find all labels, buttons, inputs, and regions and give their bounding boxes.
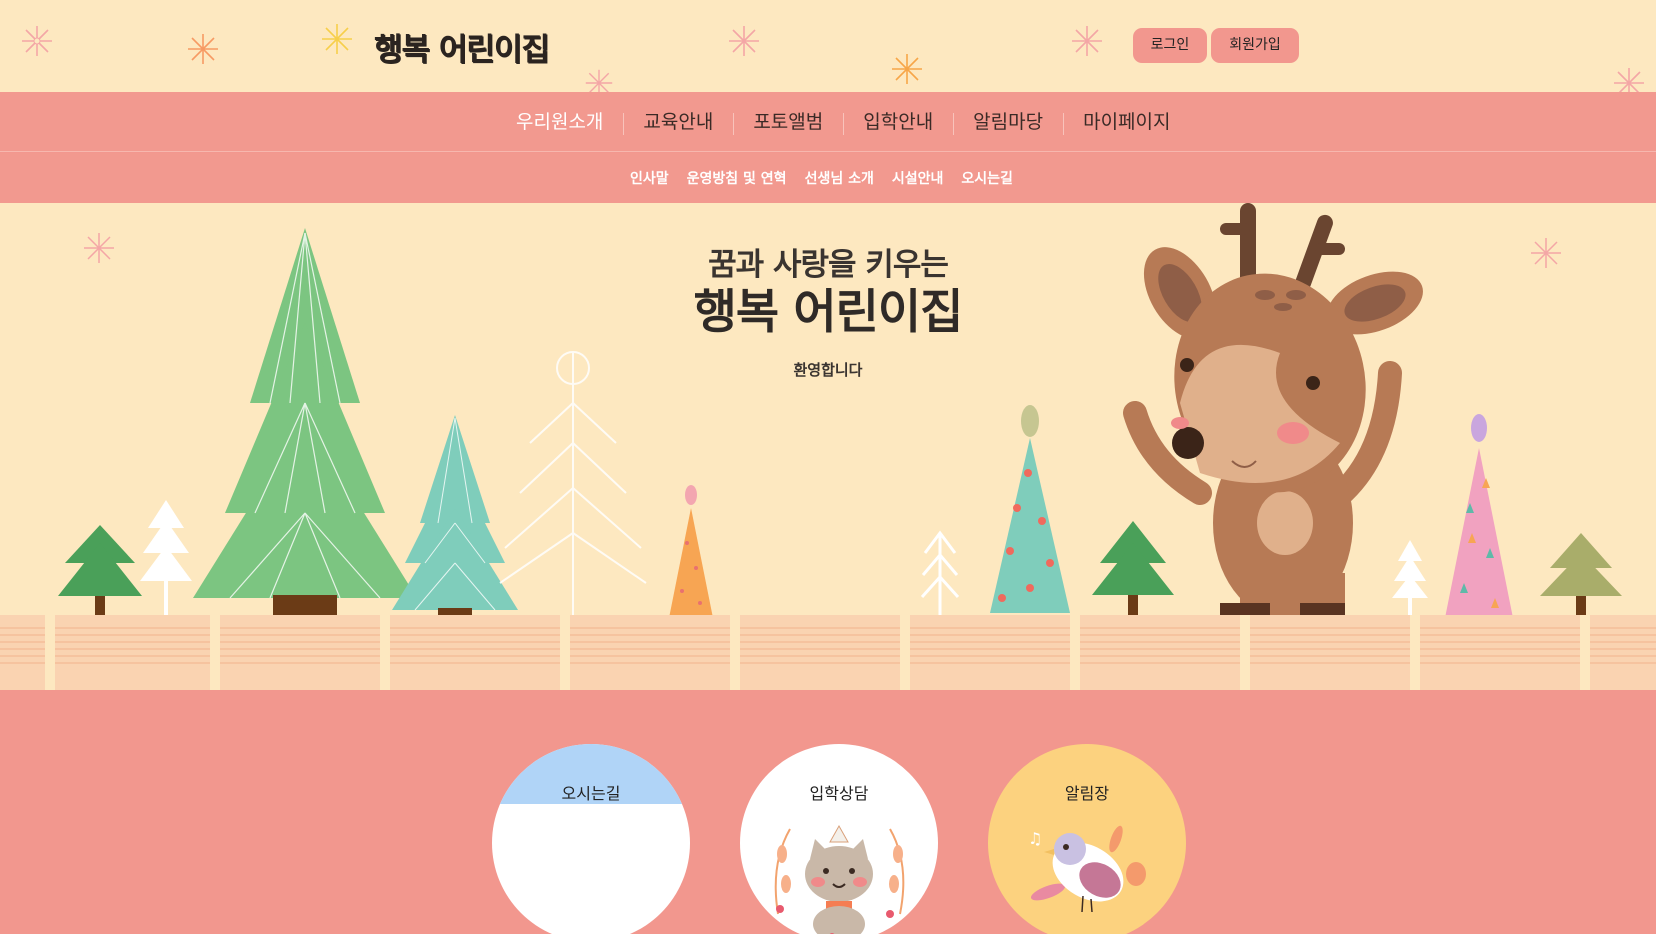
svg-text:♫: ♫ [1028,829,1042,848]
signup-button[interactable]: 회원가입 [1211,28,1299,63]
nav-item-notice[interactable]: 알림마당 [953,92,1063,152]
sparkle-icon [322,24,352,54]
sparkle-icon [22,26,52,56]
sparkle-icon [729,26,759,56]
site-header: 행복 어린이집 로그인 회원가입 [0,0,1656,92]
hero-banner: 꿈과 사랑을 키우는 행복 어린이집 환영합니다 [0,203,1656,690]
white-tree [140,500,192,616]
nav-item-photo-album[interactable]: 포토앨범 [733,92,843,152]
hero-subtitle: 환영합니다 [793,361,863,379]
orange-cone-tree [669,485,713,618]
cat-illustration [774,824,905,934]
white-tree [1392,540,1428,616]
polka-dot-tree [990,405,1070,613]
small-green-tree [1092,521,1174,620]
white-twig-tree [920,530,960,618]
quick-link-notice[interactable]: 알림장 ♫ [988,744,1186,934]
sparkle-icon [1614,68,1644,92]
quick-link-label: 입학상담 [809,784,869,803]
sub-nav: 인사말 운영방침 및 연혁 선생님 소개 시설안내 오시는길 [0,153,1656,203]
teal-pine-tree [392,415,518,626]
subnav-item-teachers[interactable]: 선생님 소개 [805,168,874,188]
quick-link-consultation[interactable]: 입학상담 [740,744,938,934]
frosty-tree [499,351,647,618]
subnav-item-facilities[interactable]: 시설안내 [892,168,944,188]
nav-item-mypage[interactable]: 마이페이지 [1063,92,1190,152]
nav-item-about[interactable]: 우리원소개 [496,92,623,152]
sparkle-icon [585,69,613,92]
nav-item-admission[interactable]: 입학안내 [843,92,953,152]
sparkle-icon [1072,26,1102,56]
quick-link-label: 알림장 [1064,784,1110,803]
bird-illustration: ♫ [1028,825,1146,913]
olive-tree [1540,533,1622,621]
subnav-item-policy-history[interactable]: 운영방침 및 연혁 [687,168,787,188]
nav-item-education[interactable]: 교육안내 [623,92,733,152]
pink-triangle-tree [1445,414,1513,618]
quick-link-label: 오시는길 [561,784,621,803]
sparkle-icon [188,34,218,64]
small-green-tree [58,525,142,618]
main-nav: 우리원소개 교육안내 포토앨범 입학안내 알림마당 마이페이지 [0,92,1656,152]
login-button[interactable]: 로그인 [1133,28,1207,63]
subnav-item-greeting[interactable]: 인사말 [630,168,669,188]
site-logo[interactable]: 행복 어린이집 [374,24,550,69]
hero-title: 행복 어린이집 [693,285,964,340]
subnav-item-directions[interactable]: 오시는길 [961,168,1013,188]
quick-links: 오시는길 입학상담 알림장 ♫ [0,690,1656,934]
quick-link-directions[interactable]: 오시는길 [492,744,690,934]
sparkle-icon [892,54,922,84]
